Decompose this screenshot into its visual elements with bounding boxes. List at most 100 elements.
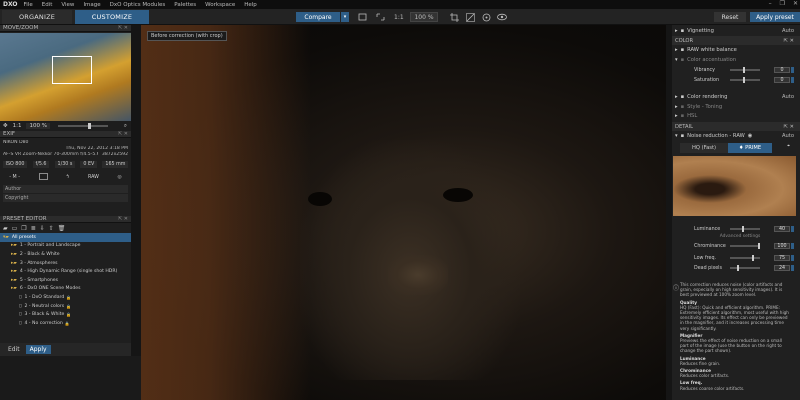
panel-controls-icon[interactable]: ⇱ ✕ <box>784 124 794 130</box>
move-icon[interactable]: ✥ <box>3 123 8 129</box>
navigator-viewport-rect[interactable] <box>52 56 92 84</box>
apply-button[interactable]: Apply <box>25 345 51 354</box>
toggle-icon[interactable]: ▪ <box>681 104 685 110</box>
zoom-value[interactable]: 100 % <box>26 123 50 129</box>
toggle-icon[interactable]: ▪ <box>681 47 685 53</box>
low-freq-value[interactable]: 75 <box>774 255 790 261</box>
expand-icon[interactable]: ▸ <box>675 104 678 110</box>
menu-help[interactable]: Help <box>244 2 257 8</box>
horizon-icon[interactable] <box>466 12 475 22</box>
tab-hq-fast[interactable]: HQ (Fast) <box>680 143 728 153</box>
expand-icon[interactable]: ▸ <box>675 94 678 100</box>
toggle-icon[interactable]: ▪ <box>681 133 685 139</box>
delete-icon[interactable]: 🗑 <box>58 225 66 232</box>
preset-item[interactable]: ▯ 4 - No correction 🔒 <box>0 319 131 328</box>
preset-item[interactable]: ▸▰ 6 - DxO ONE Scene Modes <box>0 285 131 294</box>
vignetting-row[interactable]: ▸ ▪ Vignetting Auto <box>672 26 800 35</box>
stack-icon[interactable]: ≣ <box>31 225 36 232</box>
collapse-icon[interactable]: ▾ <box>675 133 678 139</box>
vibrancy-arrows[interactable] <box>791 67 794 73</box>
crop-icon[interactable] <box>450 12 459 22</box>
panel-controls-icon[interactable]: ⇱ ✕ <box>118 131 128 137</box>
zoom-fit-icon[interactable] <box>376 12 385 22</box>
preset-item[interactable]: ▸▰ 3 - Atmospheres <box>0 259 131 268</box>
expand-icon[interactable]: ▸ <box>675 28 678 34</box>
right-panel-scrollbar[interactable] <box>666 25 672 400</box>
edit-button[interactable]: Edit <box>8 346 20 353</box>
reset-button[interactable]: Reset <box>714 12 746 22</box>
minimize-icon[interactable]: – <box>769 0 772 7</box>
preset-item[interactable]: ▯ 2 - Neutral colors 🔒 <box>0 302 131 311</box>
luminance-slider[interactable] <box>730 226 760 232</box>
toggle-icon[interactable]: ▪ <box>681 113 685 119</box>
copy-preset-icon[interactable]: ❐ <box>21 225 26 232</box>
color-rendering-row[interactable]: ▸ ▪ Color rendering Auto <box>672 92 800 101</box>
red-eye-icon[interactable] <box>482 12 491 22</box>
preset-item[interactable]: ▸▰ 1 - Portrait and Landscape <box>0 242 131 251</box>
maximize-icon[interactable]: ❐ <box>780 0 785 7</box>
search-icon[interactable]: ⌕ <box>124 123 127 130</box>
noise-reduction-row[interactable]: ▾ ▪ Noise reduction - RAW ◉ Auto <box>672 131 800 140</box>
low-freq-arrows[interactable] <box>791 255 794 261</box>
luminance-value[interactable]: 40 <box>774 226 790 232</box>
color-accentuation-row[interactable]: ▾ ▪ Color accentuation <box>672 55 800 64</box>
panel-controls-icon[interactable]: ⇱ ✕ <box>118 216 128 222</box>
detail-section-header[interactable]: DETAIL ⇱ ✕ <box>672 122 800 131</box>
toggle-icon[interactable]: ▪ <box>681 28 685 34</box>
collapse-icon[interactable]: ▾ <box>675 57 678 63</box>
color-rendering-auto[interactable]: Auto <box>782 94 794 100</box>
tab-organize[interactable]: ORGANIZE <box>2 10 72 24</box>
noise-auto[interactable]: Auto <box>782 133 794 139</box>
color-section-header[interactable]: COLOR ⇱ ✕ <box>672 36 800 45</box>
chrominance-slider[interactable] <box>730 243 760 249</box>
hsl-row[interactable]: ▸ ▪ HSL <box>672 111 800 120</box>
left-panel-scrollbar[interactable] <box>131 25 141 356</box>
preset-item[interactable]: ▯ 3 - Black & White 🔒 <box>0 310 131 319</box>
saturation-value[interactable]: 0 <box>774 77 790 83</box>
luminance-arrows[interactable] <box>791 226 794 232</box>
compare-dropdown[interactable]: ▾ <box>341 12 349 22</box>
zoom-ratio[interactable]: 1:1 <box>13 123 22 129</box>
preset-item[interactable]: ▾▰ All presets <box>0 233 131 242</box>
magnifier-target-icon[interactable]: ⌖ <box>787 143 790 153</box>
dead-pixels-value[interactable]: 24 <box>774 265 790 271</box>
eye-icon[interactable] <box>497 12 507 22</box>
raw-white-balance-row[interactable]: ▸ ▪ RAW white balance <box>672 45 800 54</box>
style-toning-row[interactable]: ▸ ▪ Style - Toning <box>672 102 800 111</box>
author-field[interactable]: Author <box>3 185 128 193</box>
vibrancy-slider[interactable] <box>730 67 760 73</box>
preset-item[interactable]: ▸▰ 2 - Black & White <box>0 250 131 259</box>
close-icon[interactable]: ✕ <box>793 0 798 7</box>
menu-file[interactable]: File <box>24 2 33 8</box>
noise-preview-magnifier[interactable] <box>673 156 796 216</box>
chrominance-arrows[interactable] <box>791 243 794 249</box>
toggle-icon[interactable]: ▪ <box>681 94 685 100</box>
dead-pixels-slider[interactable] <box>730 265 760 271</box>
tab-prime[interactable]: ♦ PRIME <box>728 143 772 153</box>
panel-controls-icon[interactable]: ⇱ ✕ <box>118 25 128 31</box>
menu-palettes[interactable]: Palettes <box>174 2 196 8</box>
expand-icon[interactable]: ▸ <box>675 47 678 53</box>
menu-edit[interactable]: Edit <box>42 2 53 8</box>
advanced-settings-label[interactable]: Advanced settings <box>700 234 780 239</box>
menu-image[interactable]: Image <box>83 2 100 8</box>
menu-optics-modules[interactable]: DxO Optics Modules <box>110 2 166 8</box>
preview-icon[interactable]: ◉ <box>748 133 753 139</box>
apply-preset-button[interactable]: Apply preset <box>750 12 800 22</box>
preset-item[interactable]: ▸▰ 5 - Smartphones <box>0 276 131 285</box>
dead-pixels-arrows[interactable] <box>791 265 794 271</box>
copyright-field[interactable]: Copyright <box>3 194 128 202</box>
new-folder-icon[interactable]: ▰ <box>3 225 8 232</box>
preset-item[interactable]: ▯ 1 - DxO Standard 🔒 <box>0 293 131 302</box>
zoom-1to1-button[interactable]: 1:1 <box>394 12 404 22</box>
panel-controls-icon[interactable]: ⇱ ✕ <box>784 38 794 44</box>
chrominance-value[interactable]: 100 <box>774 243 790 249</box>
import-icon[interactable]: ⇩ <box>40 225 45 232</box>
toggle-icon[interactable]: ▪ <box>681 57 685 63</box>
saturation-slider[interactable] <box>730 77 760 83</box>
preset-item[interactable]: ▸▰ 4 - High Dynamic Range (single shot HD… <box>0 267 131 276</box>
saturation-arrows[interactable] <box>791 77 794 83</box>
tab-customize[interactable]: CUSTOMIZE <box>75 10 149 24</box>
vignetting-auto[interactable]: Auto <box>782 28 794 34</box>
export-icon[interactable]: ⇧ <box>49 225 54 232</box>
